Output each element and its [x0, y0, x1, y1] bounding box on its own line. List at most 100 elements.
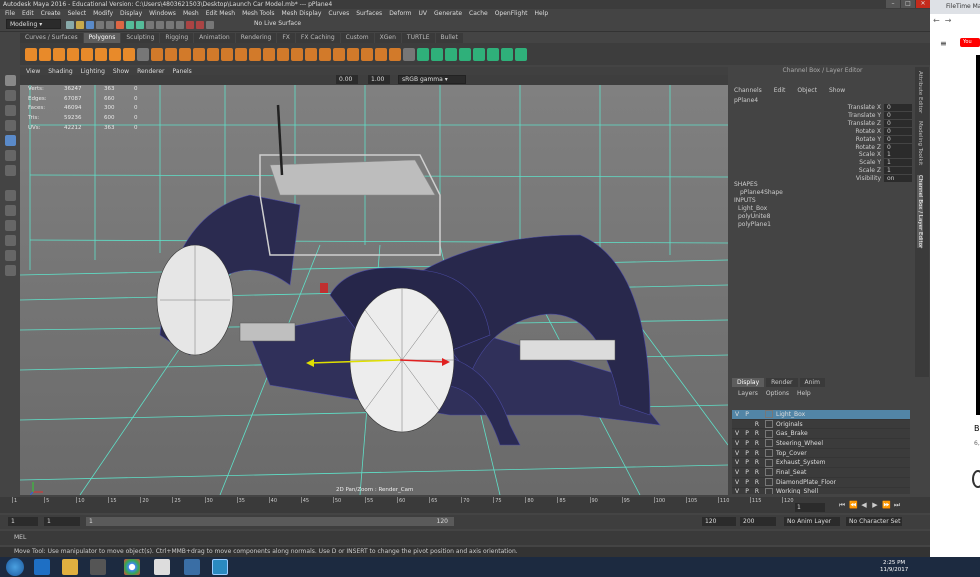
shelf-tab-xgen[interactable]: XGen: [374, 33, 401, 43]
attribute-value[interactable]: 0: [884, 111, 912, 119]
ipr-render-icon[interactable]: [196, 21, 204, 29]
menu-help[interactable]: Help: [534, 10, 548, 17]
poly-torus-icon[interactable]: [81, 47, 93, 61]
attribute-value[interactable]: 0: [884, 127, 912, 135]
channel-attribute[interactable]: Scale X1: [820, 151, 915, 159]
step-forward-icon[interactable]: ⏩: [882, 501, 891, 509]
time-slider[interactable]: 1 5 10 15 20 25 30 35 40 45 50 55 60 65 70 75 80 85 90 95 10…: [0, 497, 930, 513]
menu-display[interactable]: Display: [120, 10, 142, 17]
layer-toggle-r[interactable]: R: [752, 469, 762, 476]
character-set-dropdown[interactable]: No Character Set: [846, 517, 902, 526]
shelf-tab-turtle[interactable]: TURTLE: [401, 33, 435, 43]
far-clip-field[interactable]: 1.00: [368, 75, 390, 84]
attribute-value[interactable]: 0: [884, 104, 912, 111]
layer-color-swatch[interactable]: [765, 429, 773, 438]
paint-select-tool-icon[interactable]: [5, 105, 16, 116]
maximize-button[interactable]: □: [901, 0, 915, 8]
perspective-viewport[interactable]: Verts: 36247 363 0 Edges: 67087 660 0 Faces: 4609…: [20, 85, 728, 495]
menu-openflight[interactable]: OpenFlight: [495, 10, 528, 17]
attribute-value[interactable]: 0: [884, 135, 912, 143]
target-weld-icon[interactable]: [319, 47, 331, 61]
layer-menu-options[interactable]: Options: [766, 390, 789, 397]
channel-attribute[interactable]: Rotate Y0: [820, 135, 915, 143]
uv-cylindrical-icon[interactable]: [431, 47, 443, 61]
poly-sphere-icon[interactable]: [25, 47, 37, 61]
internet-explorer-icon[interactable]: [34, 559, 50, 575]
range-slider[interactable]: 1 120: [86, 517, 454, 526]
input-node[interactable]: Light_Box: [738, 205, 767, 212]
layer-toggle-r[interactable]: R: [752, 440, 762, 447]
save-scene-icon[interactable]: [86, 21, 94, 29]
menu-surfaces[interactable]: Surfaces: [356, 10, 382, 17]
poly-cylinder-icon[interactable]: [53, 47, 65, 61]
play-forward-icon[interactable]: ▶: [871, 501, 879, 509]
side-tab-modeling-toolkit[interactable]: Modeling Toolkit: [917, 121, 923, 165]
attribute-value[interactable]: 1: [884, 151, 912, 159]
lasso-tool-icon[interactable]: [5, 90, 16, 101]
select-object-icon[interactable]: [126, 21, 134, 29]
side-tab-channel-box-layer-editor[interactable]: Channel Box / Layer Editor: [917, 175, 923, 249]
layer-toggle-r[interactable]: R: [752, 459, 762, 466]
channel-attribute[interactable]: Rotate X0: [820, 127, 915, 135]
step-back-icon[interactable]: ◀: [860, 501, 868, 509]
paint-app-icon[interactable]: [154, 559, 170, 575]
layer-name[interactable]: Gas_Brake: [776, 430, 808, 437]
layer-toggle-r[interactable]: R: [752, 430, 762, 437]
channel-menu-object[interactable]: Object: [797, 87, 817, 94]
browser-tab[interactable]: FileTime Mac: [930, 0, 980, 14]
channel-attribute[interactable]: Scale Y1: [820, 159, 915, 167]
menu-generate[interactable]: Generate: [434, 10, 462, 17]
layer-row[interactable]: V P R DiamondPlate_Floor: [732, 478, 910, 488]
minimize-button[interactable]: –: [886, 0, 900, 8]
shelf-tab-sculpting[interactable]: Sculpting: [121, 33, 160, 43]
layer-row[interactable]: V P R Gas_Brake: [732, 429, 910, 440]
layer-toggle-v[interactable]: V: [732, 469, 742, 476]
attribute-value[interactable]: on: [884, 175, 912, 183]
side-tab-attribute-editor[interactable]: Attribute Editor: [917, 71, 923, 113]
layer-toggle-r[interactable]: R: [752, 479, 762, 486]
layer-toggle-p[interactable]: P: [742, 469, 752, 476]
select-component-icon[interactable]: [136, 21, 144, 29]
viewport-menu-view[interactable]: View: [26, 68, 40, 75]
layer-name[interactable]: Top_Cover: [776, 450, 807, 457]
append-polygon-icon[interactable]: [277, 47, 289, 61]
playback-end-field[interactable]: 120: [702, 517, 736, 526]
layer-toggle-p[interactable]: P: [742, 411, 752, 418]
poly-cone-icon[interactable]: [67, 47, 79, 61]
go-to-end-icon[interactable]: ⏭: [893, 501, 901, 509]
layer-name[interactable]: Originals: [776, 421, 803, 428]
layer-name[interactable]: Exhaust_System: [776, 459, 825, 466]
layer-row[interactable]: V P R Top_Cover: [732, 449, 910, 459]
shelf-tab-animation[interactable]: Animation: [194, 33, 235, 43]
quad-draw-icon[interactable]: [347, 47, 359, 61]
menu-cache[interactable]: Cache: [469, 10, 488, 17]
step-back-key-icon[interactable]: ⏪: [849, 501, 858, 509]
close-button[interactable]: ✕: [916, 0, 930, 8]
layer-color-swatch[interactable]: [765, 449, 773, 458]
channel-attribute[interactable]: Visibility on: [820, 175, 915, 183]
layer-row[interactable]: V P R Final_Seat: [732, 468, 910, 478]
bevel-icon[interactable]: [249, 47, 261, 61]
single-view-icon[interactable]: [5, 190, 16, 201]
snap-point-icon[interactable]: [166, 21, 174, 29]
shape-node[interactable]: pPlane4Shape: [740, 189, 783, 196]
mel-label[interactable]: MEL: [14, 534, 26, 541]
outliner-icon[interactable]: [5, 265, 16, 276]
select-tool-icon[interactable]: [5, 75, 16, 86]
layer-toggle-p[interactable]: P: [742, 479, 752, 486]
layer-tab-display[interactable]: Display: [732, 378, 765, 387]
snap-grid-icon[interactable]: [146, 21, 154, 29]
separate-icon[interactable]: [165, 47, 177, 61]
poly-platonic-icon[interactable]: [123, 47, 135, 61]
wedge-icon[interactable]: [375, 47, 387, 61]
uv-planar-icon[interactable]: [417, 47, 429, 61]
animation-start-field[interactable]: 1: [8, 517, 38, 526]
layer-toggle-v[interactable]: V: [732, 450, 742, 457]
channel-attribute[interactable]: Translate X0: [820, 104, 915, 111]
layer-color-swatch[interactable]: [765, 468, 773, 477]
layer-toggle-r[interactable]: R: [752, 450, 762, 457]
back-icon[interactable]: ←: [933, 16, 945, 25]
fill-hole-icon[interactable]: [263, 47, 275, 61]
layer-menu-layers[interactable]: Layers: [738, 390, 758, 397]
menu-modify[interactable]: Modify: [93, 10, 113, 17]
